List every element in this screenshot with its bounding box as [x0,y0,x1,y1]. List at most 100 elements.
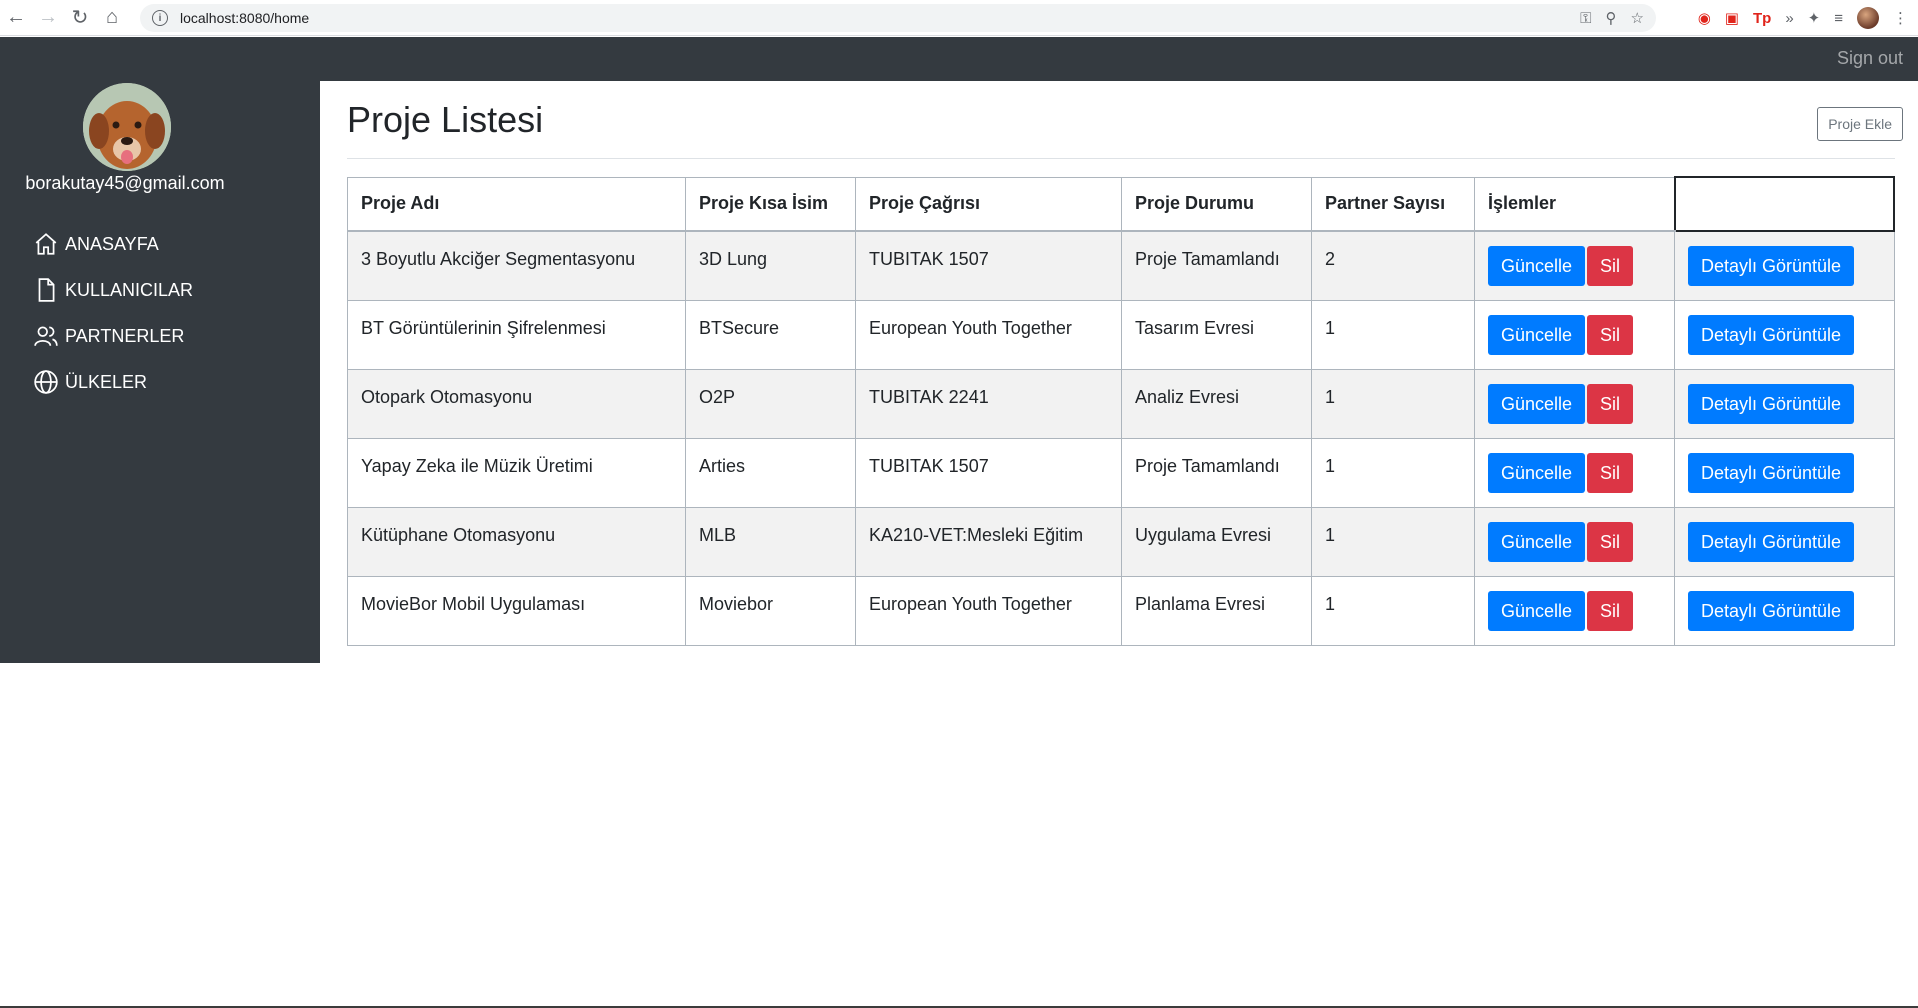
sidebar-item-kullanicilar[interactable]: KULLANICILAR [33,267,193,313]
cell-call: KA210-VET:Mesleki Eğitim [855,506,1122,577]
cell-partners: 1 [1311,299,1475,370]
update-button[interactable]: Güncelle [1488,452,1586,493]
menu-kebab-icon[interactable]: ⋮ [1893,9,1908,27]
update-button[interactable]: Güncelle [1488,314,1586,355]
cell-detail: Detaylı Görüntüle [1674,230,1895,301]
cell-status: Analiz Evresi [1121,368,1312,439]
cell-actions: Güncelle Sil [1474,506,1675,577]
double-chevron-extension-icon[interactable]: » [1785,10,1793,27]
site-info-icon[interactable]: i [152,10,168,26]
table-row: Kütüphane Otomasyonu MLB KA210-VET:Mesleki… [347,506,1895,577]
column-header: Proje Durumu [1121,176,1312,232]
cell-partners: 1 [1311,368,1475,439]
detail-button[interactable]: Detaylı Görüntüle [1688,314,1855,355]
key-icon[interactable]: ⚿ [1580,10,1591,27]
pocket-extension-icon[interactable]: ▣ [1725,9,1739,27]
column-header [1673,176,1895,232]
cell-actions: Güncelle Sil [1474,575,1675,646]
app-topbar: Sign out [0,37,1918,81]
cell-partners: 1 [1311,437,1475,508]
sidebar-item-label: KULLANICILAR [65,279,194,300]
cell-status: Planlama Evresi [1121,575,1312,646]
cell-status: Uygulama Evresi [1121,506,1312,577]
sidebar: borakutay45@gmail.com ANASAYFA KULLANICI… [0,81,320,663]
delete-button[interactable]: Sil [1587,452,1634,493]
delete-button[interactable]: Sil [1587,590,1634,631]
cell-actions: Güncelle Sil [1474,368,1675,439]
cell-detail: Detaylı Görüntüle [1674,437,1895,508]
reload-icon[interactable]: ↻ [64,0,96,36]
table-row: Otopark Otomasyonu O2P TUBITAK 2241 Analiz … [347,368,1895,439]
sidebar-item-ulkeler[interactable]: ÜLKELER [33,359,193,405]
cell-actions: Güncelle Sil [1474,437,1675,508]
cell-status: Tasarım Evresi [1121,299,1312,370]
update-button[interactable]: Güncelle [1488,383,1586,424]
projects-table: Proje Adı Proje Kısa İsim Proje Çağrısı … [347,176,1895,646]
cell-partners: 2 [1311,230,1475,301]
forward-icon[interactable]: → [32,0,64,36]
address-bar[interactable]: i localhost:8080/home ⚿ ⚲ ☆ [140,4,1656,32]
opera-extension-icon[interactable]: ◉ [1698,9,1711,27]
sidebar-item-label: ANASAYFA [65,233,159,254]
cell-actions: Güncelle Sil [1474,299,1675,370]
detail-button[interactable]: Detaylı Görüntüle [1688,246,1855,286]
update-button[interactable]: Güncelle [1488,521,1586,562]
reading-list-icon[interactable]: ≡ [1834,10,1843,27]
cell-short: BTSecure [685,299,856,370]
star-icon[interactable]: ☆ [1631,9,1644,27]
cell-call: TUBITAK 2241 [855,368,1122,439]
detail-button[interactable]: Detaylı Görüntüle [1688,590,1855,631]
cell-status: Proje Tamamlandı [1121,230,1312,301]
detail-button[interactable]: Detaylı Görüntüle [1688,383,1855,424]
cell-short: MLB [685,506,856,577]
browser-toolbar: ← → ↻ ⌂ i localhost:8080/home ⚿ ⚲ ☆ ◉ ▣ … [0,0,1918,36]
file-icon [38,278,55,302]
delete-button[interactable]: Sil [1587,314,1634,355]
cell-short: 3D Lung [685,230,856,301]
cell-call: TUBITAK 1507 [855,230,1122,301]
cell-name: Yapay Zeka ile Müzik Üretimi [347,437,686,508]
user-email: borakutay45@gmail.com [25,173,225,193]
cell-actions: Güncelle Sil [1474,230,1675,301]
home-browser-icon[interactable]: ⌂ [96,0,128,36]
detail-button[interactable]: Detaylı Görüntüle [1688,521,1855,562]
cell-name: Otopark Otomasyonu [347,368,686,439]
sign-out-link[interactable]: Sign out [1837,48,1903,69]
cell-detail: Detaylı Görüntüle [1674,368,1895,439]
cell-call: European Youth Together [855,299,1122,370]
cell-call: European Youth Together [855,575,1122,646]
add-project-button[interactable]: Proje Ekle [1817,107,1903,141]
column-header: Proje Kısa İsim [685,176,856,232]
column-header: Proje Çağrısı [855,176,1122,232]
cell-call: TUBITAK 1507 [855,437,1122,508]
back-icon[interactable]: ← [0,0,32,36]
delete-button[interactable]: Sil [1587,246,1634,286]
update-button[interactable]: Güncelle [1488,246,1586,286]
cell-name: 3 Boyutlu Akciğer Segmentasyonu [347,230,686,301]
update-button[interactable]: Güncelle [1488,590,1586,631]
column-header: İşlemler [1474,176,1675,232]
cell-name: BT Görüntülerinin Şifrelenmesi [347,299,686,370]
delete-button[interactable]: Sil [1587,521,1634,562]
puzzle-extensions-icon[interactable]: ✦ [1808,9,1821,27]
sidebar-item-anasayfa[interactable]: ANASAYFA [33,221,193,267]
sidebar-menu: ANASAYFA KULLANICILAR PARTNERLER ÜLKELER [33,221,193,405]
zoom-icon[interactable]: ⚲ [1606,9,1617,27]
detail-button[interactable]: Detaylı Görüntüle [1688,452,1855,493]
cell-name: Kütüphane Otomasyonu [347,506,686,577]
delete-button[interactable]: Sil [1587,383,1634,424]
home-icon [35,233,57,255]
table-row: BT Görüntülerinin Şifrelenmesi BTSecure Eu… [347,299,1895,370]
cell-partners: 1 [1311,506,1475,577]
sidebar-item-partnerler[interactable]: PARTNERLER [33,313,193,359]
cell-status: Proje Tamamlandı [1121,437,1312,508]
avatar [83,83,171,171]
globe-icon [34,370,58,394]
browser-profile-avatar[interactable] [1857,7,1879,29]
cell-partners: 1 [1311,575,1475,646]
cell-short: Arties [685,437,856,508]
tp-extension-icon[interactable]: Tp [1753,10,1771,27]
url-text: localhost:8080/home [180,10,310,26]
cell-short: O2P [685,368,856,439]
column-header: Proje Adı [347,176,686,232]
